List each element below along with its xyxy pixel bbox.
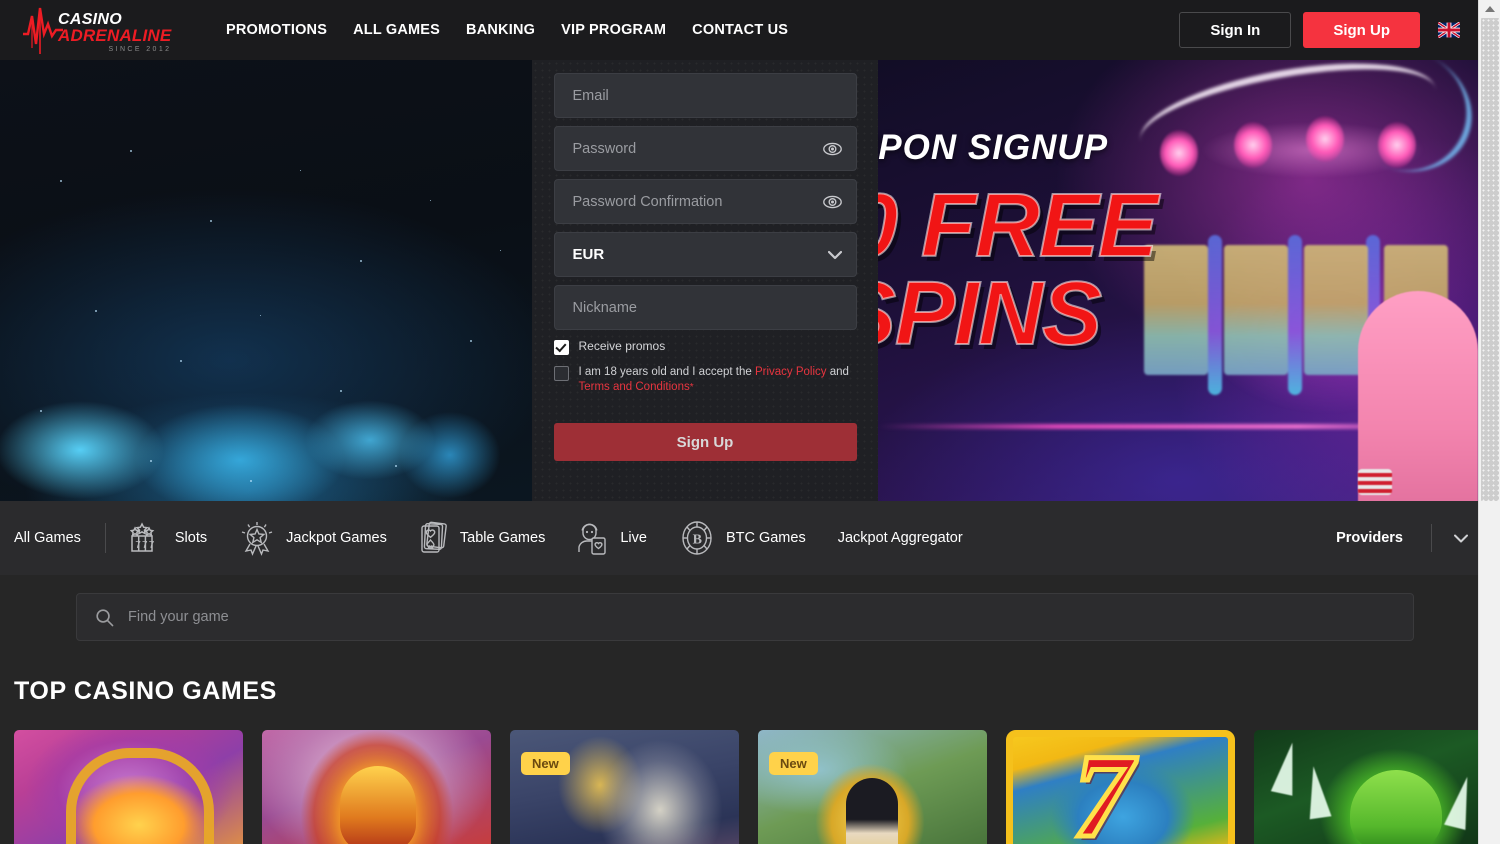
svg-text:B: B <box>693 533 702 548</box>
password-field-wrapper <box>554 126 857 171</box>
nickname-input[interactable] <box>555 286 856 329</box>
game-card-lucky-seven-slot[interactable] <box>1006 730 1235 844</box>
receive-promos-checkbox[interactable] <box>554 340 569 355</box>
nav-item-vip-program[interactable]: VIP PROGRAM <box>561 22 666 38</box>
password-confirmation-input[interactable] <box>555 180 856 223</box>
game-thumbnail <box>510 730 739 844</box>
category-label-jackpot-games: Jackpot Games <box>286 530 387 546</box>
search-area <box>0 575 1478 641</box>
nav-item-all-games[interactable]: ALL GAMES <box>353 22 440 38</box>
game-thumbnail <box>1006 730 1235 844</box>
password-input[interactable] <box>555 127 856 170</box>
casino-page: CASINO ADRENALINE SINCE 2012 PROMOTIONS … <box>0 0 1478 844</box>
united-kingdom-flag-icon[interactable] <box>1438 22 1460 38</box>
top-casino-games-row: New New <box>0 706 1478 844</box>
sign-in-button[interactable]: Sign In <box>1179 12 1291 48</box>
svg-text:7: 7 <box>142 540 148 551</box>
hero-headline-bottom: SPINS <box>878 270 1478 358</box>
category-item-slots[interactable]: 7 7 7 Slots <box>114 501 223 575</box>
category-label-live: Live <box>620 530 647 546</box>
playing-cards-icon <box>419 521 449 555</box>
star-field <box>0 60 532 501</box>
slot-machine-icon: 7 7 7 <box>130 521 164 555</box>
casino-chips-decoration <box>1358 469 1392 495</box>
svg-text:7: 7 <box>149 540 155 551</box>
top-casino-games-title: TOP CASINO GAMES <box>0 641 1478 706</box>
email-field-wrapper <box>554 73 857 118</box>
hero-background-nebula <box>0 60 532 501</box>
heartbeat-pulse-icon <box>22 4 64 56</box>
currency-select-wrapper[interactable]: EUR <box>554 232 857 277</box>
category-item-all-games[interactable]: All Games <box>14 501 97 575</box>
category-label-all-games: All Games <box>14 530 81 546</box>
game-thumbnail <box>758 730 987 844</box>
search-box <box>76 593 1414 641</box>
sign-up-button[interactable]: Sign Up <box>1303 12 1420 48</box>
category-label-jackpot-aggregator: Jackpot Aggregator <box>838 530 963 546</box>
svg-text:7: 7 <box>135 540 141 551</box>
new-badge: New <box>769 752 818 775</box>
category-label-slots: Slots <box>175 530 207 546</box>
header-actions: Sign In Sign Up <box>1179 12 1478 48</box>
scrollbar-thumb[interactable] <box>1481 18 1499 501</box>
category-item-live[interactable]: Live <box>561 501 663 575</box>
game-card-cleopatra-slot[interactable]: New <box>758 730 987 844</box>
logo-wordmark: CASINO ADRENALINE SINCE 2012 <box>58 4 171 53</box>
site-logo[interactable]: CASINO ADRENALINE SINCE 2012 <box>22 4 182 56</box>
toggle-password-visibility-eye-icon[interactable] <box>823 142 842 155</box>
category-divider <box>105 523 106 553</box>
providers-label[interactable]: Providers <box>1336 530 1403 546</box>
scroll-up-arrow-icon[interactable] <box>1479 0 1500 17</box>
game-thumbnail <box>14 730 243 844</box>
nickname-field-wrapper <box>554 285 857 330</box>
terms-acceptance-checkbox[interactable] <box>554 366 569 381</box>
currency-selected-value[interactable]: EUR <box>555 233 856 276</box>
category-item-jackpot-games[interactable]: Jackpot Games <box>223 501 403 575</box>
live-dealer-icon <box>577 521 609 555</box>
category-item-jackpot-aggregator[interactable]: Jackpot Aggregator <box>822 501 979 575</box>
hero-headline: UPON SIGNUP 0 FREE SPINS <box>878 128 1478 358</box>
logo-since-text: SINCE 2012 <box>58 46 171 53</box>
category-label-btc-games: BTC Games <box>726 530 806 546</box>
main-navigation: PROMOTIONS ALL GAMES BANKING VIP PROGRAM… <box>226 22 788 38</box>
nav-item-banking[interactable]: BANKING <box>466 22 535 38</box>
game-card-dragon-head-slot[interactable] <box>262 730 491 844</box>
providers-chevron-down-icon[interactable] <box>1431 524 1468 552</box>
category-item-btc-games[interactable]: B BTC Games <box>663 501 822 575</box>
category-label-table-games: Table Games <box>460 530 545 546</box>
game-card-golden-dragon-slot[interactable] <box>14 730 243 844</box>
new-badge: New <box>521 752 570 775</box>
chevron-down-icon[interactable] <box>828 250 842 259</box>
search-icon <box>95 608 114 627</box>
hero-headline-middle: 0 FREE <box>878 182 1478 270</box>
game-card-rocker-frog-slot[interactable] <box>1254 730 1478 844</box>
hero-promo-banner[interactable]: UPON SIGNUP 0 FREE SPINS <box>878 60 1478 501</box>
game-thumbnail <box>1254 730 1478 844</box>
search-input[interactable] <box>128 609 1395 625</box>
category-item-table-games[interactable]: Table Games <box>403 501 561 575</box>
nav-item-promotions[interactable]: PROMOTIONS <box>226 22 327 38</box>
game-category-bar: All Games 7 7 7 <box>0 501 1478 575</box>
site-header: CASINO ADRENALINE SINCE 2012 PROMOTIONS … <box>0 0 1478 60</box>
logo-line-casino: CASINO <box>58 12 171 27</box>
providers-group: Providers <box>1336 524 1478 552</box>
logo-line-adrenaline: ADRENALINE <box>58 27 171 44</box>
star-badge-icon <box>239 520 275 556</box>
game-thumbnail <box>262 730 491 844</box>
password-confirmation-field-wrapper <box>554 179 857 224</box>
browser-viewport: CASINO ADRENALINE SINCE 2012 PROMOTIONS … <box>0 0 1500 844</box>
game-card-zeus-slot[interactable]: New <box>510 730 739 844</box>
hero-headline-top: UPON SIGNUP <box>878 128 1478 168</box>
nav-item-contact-us[interactable]: CONTACT US <box>692 22 788 38</box>
page-scrollbar[interactable] <box>1478 0 1500 844</box>
toggle-password-confirmation-visibility-eye-icon[interactable] <box>823 195 842 208</box>
bitcoin-chip-icon: B <box>679 520 715 556</box>
email-input[interactable] <box>555 74 856 117</box>
hero-section: EUR Receive promos <box>0 60 1478 501</box>
